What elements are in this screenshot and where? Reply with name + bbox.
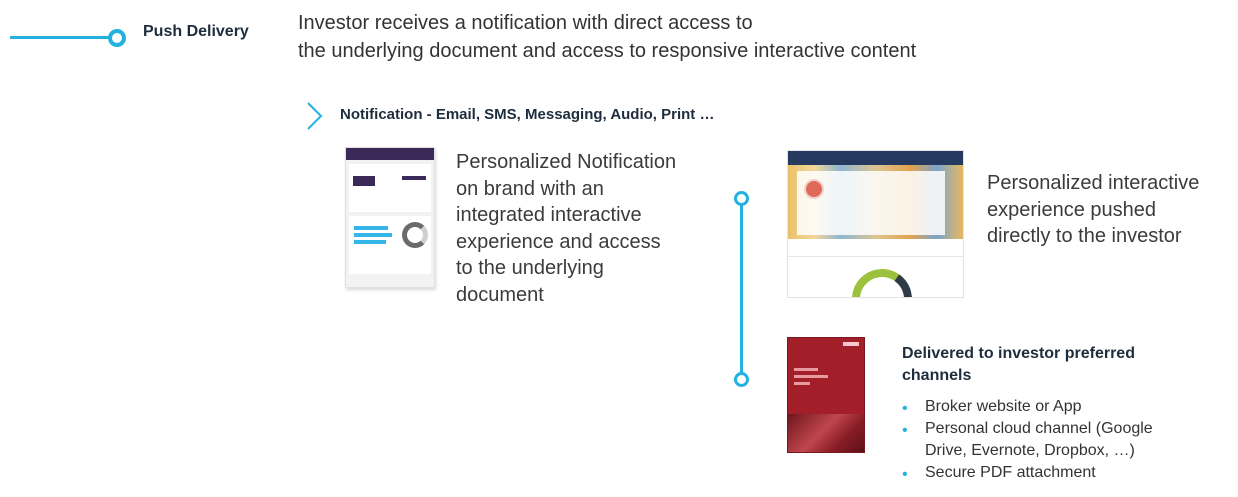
description-line-2: the underlying document and access to re… — [298, 40, 917, 62]
notification-label: Notification - Email, SMS, Messaging, Au… — [340, 106, 715, 123]
email-description: Personalized Notification on brand with … — [456, 149, 726, 308]
connector-line — [740, 199, 743, 379]
web-line: Personalized interactive — [987, 172, 1200, 194]
email-line: to the underlying — [456, 257, 604, 279]
push-delivery-node — [108, 29, 126, 47]
pdf-title-line — [794, 368, 818, 371]
email-line: experience and access — [456, 230, 661, 253]
push-delivery-description: Investor receives a notification with di… — [298, 9, 916, 65]
list-item: • Broker website or App — [897, 396, 1153, 418]
email-line: document — [456, 283, 544, 306]
bullet-icon: • — [902, 466, 908, 483]
email-line: on brand with an — [456, 177, 604, 200]
connector-node-bottom — [734, 372, 749, 387]
email-bar-3 — [354, 240, 386, 244]
web-tabs — [788, 244, 963, 257]
web-header-bar — [788, 151, 963, 165]
list-item: • Secure PDF attachment — [897, 462, 1153, 484]
email-donut-icon — [402, 222, 428, 248]
description-line-1: Investor receives a notification with di… — [298, 12, 753, 34]
delivery-title-line-2: channels — [902, 367, 972, 384]
list-item-text: Broker website or App — [925, 398, 1082, 415]
list-item: • Personal cloud channel (Google — [897, 418, 1153, 440]
email-notification-thumbnail — [345, 147, 435, 288]
email-bar-1 — [354, 226, 388, 230]
pdf-cover-photo — [788, 414, 864, 452]
list-item-text: Secure PDF attachment — [925, 464, 1096, 481]
push-delivery-line — [10, 36, 112, 39]
email-line: integrated interactive — [456, 204, 642, 226]
pdf-title-line — [794, 382, 810, 385]
pdf-title-line — [794, 375, 828, 378]
web-line: experience pushed — [987, 198, 1157, 221]
chevron-right-icon — [307, 102, 323, 130]
delivery-title: Delivered to investor preferred channels — [902, 343, 1202, 387]
email-link — [402, 176, 426, 180]
list-item: Drive, Evernote, Dropbox, …) — [897, 440, 1153, 462]
list-item-text: Personal cloud channel (Google — [925, 420, 1153, 437]
web-description: Personalized interactive experience push… — [987, 170, 1237, 250]
email-bar-2 — [354, 233, 392, 237]
pdf-logo — [843, 342, 859, 346]
gauge-chart-icon — [847, 264, 917, 297]
avatar — [804, 179, 824, 199]
push-delivery-label: Push Delivery — [143, 23, 249, 40]
bullet-icon: • — [902, 422, 908, 439]
email-card — [349, 164, 431, 212]
email-button — [353, 176, 375, 186]
email-line: Personalized Notification — [456, 151, 677, 173]
interactive-experience-thumbnail — [787, 150, 964, 298]
pdf-document-thumbnail — [787, 337, 865, 453]
bullet-icon: • — [902, 400, 908, 417]
web-line: directly to the investor — [987, 225, 1182, 247]
email-header-bar — [346, 148, 434, 160]
connector-node-top — [734, 191, 749, 206]
delivery-channel-list: • Broker website or App • Personal cloud c… — [897, 396, 1153, 484]
list-item-text: Drive, Evernote, Dropbox, …) — [925, 442, 1135, 459]
delivery-title-line-1: Delivered to investor preferred — [902, 345, 1135, 362]
